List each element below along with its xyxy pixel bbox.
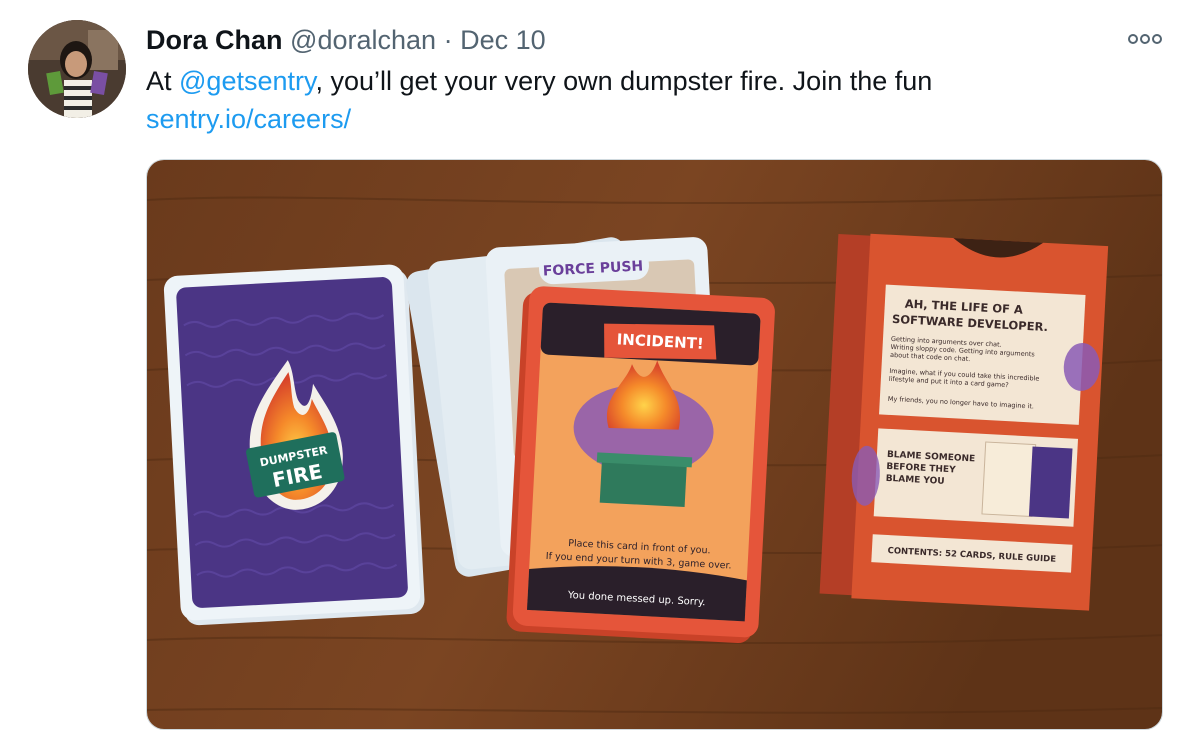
- card-back-deck: DUMPSTER FIRE: [163, 264, 425, 626]
- author-avatar[interactable]: [28, 20, 126, 118]
- mention-link[interactable]: @getsentry: [179, 66, 315, 96]
- tweet-header: Dora Chan @doralchan · Dec 10: [146, 22, 546, 58]
- author-handle[interactable]: @doralchan: [290, 25, 436, 55]
- avatar-image: [28, 20, 126, 118]
- tweet-text-prefix: At: [146, 66, 180, 96]
- more-options-icon: [1128, 34, 1162, 44]
- more-options-button[interactable]: [1126, 30, 1164, 48]
- tweet-text: At @getsentry, you’ll get your very own …: [146, 62, 1156, 138]
- tweet-text-body: , you’ll get your very own dumpster fire…: [315, 66, 933, 96]
- incident-card: INCIDENT! Place this card in front of yo…: [506, 286, 775, 644]
- tweet-photo[interactable]: DUMPSTER FIRE FORCE PUSH INCIDENT! Place…: [146, 159, 1163, 730]
- author-name[interactable]: Dora Chan: [146, 25, 283, 55]
- card-box: AH, THE LIFE OF A SOFTWARE DEVELOPER. Ge…: [819, 233, 1109, 611]
- photo-dumpster-fire-cards: DUMPSTER FIRE FORCE PUSH INCIDENT! Place…: [147, 160, 1162, 729]
- header-separator: ·: [443, 25, 453, 55]
- careers-link[interactable]: sentry.io/careers/: [146, 104, 351, 134]
- tweet-date[interactable]: Dec 10: [460, 25, 546, 55]
